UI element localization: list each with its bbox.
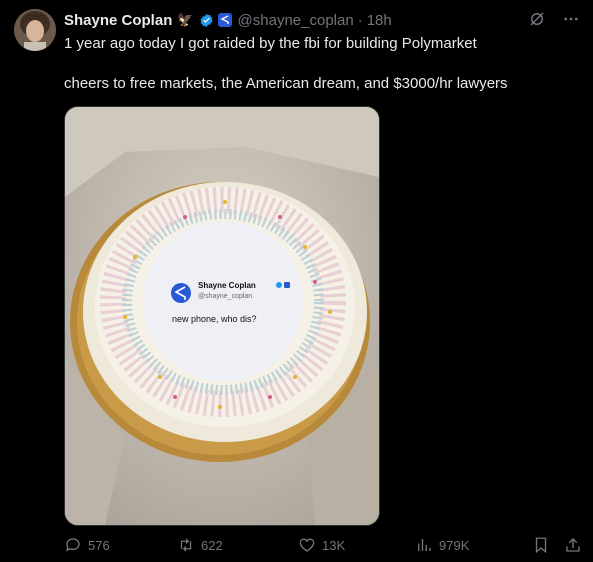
action-bar: 576 622 13K 979K <box>64 536 584 558</box>
repost-button[interactable]: 622 <box>177 536 223 554</box>
reply-icon <box>65 538 80 552</box>
tweet-header: Shayne Coplan 🦅 @shayne_coplan · 18h <box>64 9 392 31</box>
reply-count: 576 <box>88 537 110 553</box>
repost-count: 622 <box>201 537 223 553</box>
affiliation-badge-icon[interactable] <box>217 13 232 27</box>
author-name[interactable]: Shayne Coplan <box>64 12 172 29</box>
share-button[interactable] <box>564 536 582 554</box>
like-button[interactable]: 13K <box>298 536 345 554</box>
repost-icon <box>180 538 192 552</box>
post-text-line2: cheers to free markets, the American dre… <box>64 75 508 92</box>
card-handle: @shayne_coplan <box>198 293 252 300</box>
card-name: Shayne Coplan <box>198 281 256 290</box>
post-text-line1: 1 year ago today I got raided by the fbi… <box>64 35 477 52</box>
grok-icon[interactable] <box>527 9 547 29</box>
post-image[interactable]: Shayne Coplan @shayne_coplan new phone, … <box>64 106 380 526</box>
views-count: 979K <box>439 537 470 553</box>
like-count: 13K <box>322 537 346 553</box>
more-icon[interactable] <box>561 9 581 29</box>
eagle-emoji: 🦅 <box>177 12 194 27</box>
card-text: new phone, who dis? <box>172 314 257 324</box>
avatar[interactable] <box>14 9 56 51</box>
post-time[interactable]: 18h <box>367 12 392 29</box>
separator-dot: · <box>357 11 363 29</box>
tweet[interactable]: Shayne Coplan 🦅 @shayne_coplan · 18h 1 y… <box>0 0 593 562</box>
share-icon <box>566 538 580 552</box>
reply-button[interactable]: 576 <box>64 536 110 554</box>
bookmark-button[interactable] <box>532 536 550 554</box>
like-icon <box>299 538 315 552</box>
views-button[interactable]: 979K <box>415 536 469 554</box>
author-handle[interactable]: @shayne_coplan <box>238 12 354 29</box>
verified-badge-icon <box>200 13 212 27</box>
views-icon <box>418 539 431 551</box>
top-actions <box>527 9 581 29</box>
bookmark-icon <box>535 537 547 554</box>
